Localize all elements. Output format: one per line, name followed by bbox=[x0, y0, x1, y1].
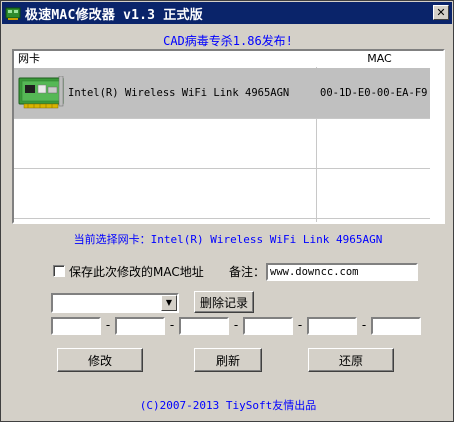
grid-line bbox=[14, 218, 443, 219]
save-mac-checkbox[interactable] bbox=[53, 265, 65, 277]
mac-octet-4[interactable] bbox=[243, 317, 293, 335]
title-bar[interactable]: 极速MAC修改器 v1.3 正式版 ✕ bbox=[2, 2, 452, 24]
mac-octet-2[interactable] bbox=[115, 317, 165, 335]
promo-link[interactable]: CAD病毒专杀1.86发布! bbox=[1, 32, 454, 49]
modify-button[interactable]: 修改 bbox=[57, 348, 143, 372]
app-icon bbox=[5, 7, 21, 20]
mac-octet-5[interactable] bbox=[307, 317, 357, 335]
refresh-button[interactable]: 刷新 bbox=[194, 348, 262, 372]
mac-separator: - bbox=[361, 318, 367, 332]
list-scrollbar[interactable] bbox=[430, 68, 443, 222]
main-window: 极速MAC修改器 v1.3 正式版 ✕ CAD病毒专杀1.86发布! 网卡 MA… bbox=[0, 0, 454, 422]
close-icon: ✕ bbox=[436, 6, 446, 19]
column-header-mac[interactable]: MAC bbox=[316, 51, 443, 67]
copyright-link[interactable]: (C)2007-2013 TiySoft友情出品 bbox=[1, 397, 454, 413]
save-mac-label[interactable]: 保存此次修改的MAC地址 bbox=[69, 263, 204, 280]
mac-separator: - bbox=[233, 318, 239, 332]
mac-octet-3[interactable] bbox=[179, 317, 229, 335]
grid-line bbox=[14, 118, 443, 119]
mac-octet-6[interactable] bbox=[371, 317, 421, 335]
adapter-name: Intel(R) Wireless WiFi Link 4965AGN bbox=[68, 87, 290, 99]
mac-separator: - bbox=[105, 318, 111, 332]
adapter-mac: 00-1D-E0-00-EA-F9 bbox=[320, 87, 428, 99]
restore-button[interactable]: 还原 bbox=[308, 348, 394, 372]
window-title: 极速MAC修改器 v1.3 正式版 bbox=[25, 7, 203, 23]
delete-record-button[interactable]: 删除记录 bbox=[194, 291, 254, 313]
grid-line bbox=[14, 168, 443, 169]
network-card-icon bbox=[18, 76, 64, 109]
table-row[interactable]: Intel(R) Wireless WiFi Link 4965AGN 00-1… bbox=[14, 68, 430, 118]
history-combo[interactable]: ▼ bbox=[51, 293, 179, 313]
mac-separator: - bbox=[297, 318, 303, 332]
close-button[interactable]: ✕ bbox=[433, 5, 449, 20]
current-adapter-label: 当前选择网卡：Intel(R) Wireless WiFi Link 4965A… bbox=[73, 233, 383, 246]
adapter-list[interactable]: 网卡 MAC Intel(R) Wireless WiFi Link 4965A… bbox=[12, 49, 445, 224]
column-header-adapter[interactable]: 网卡 bbox=[14, 51, 316, 67]
mac-separator: - bbox=[169, 318, 175, 332]
chevron-down-icon: ▼ bbox=[165, 298, 173, 307]
list-header: 网卡 MAC bbox=[14, 51, 443, 67]
mac-octet-1[interactable] bbox=[51, 317, 101, 335]
remark-label: 备注： bbox=[229, 265, 266, 279]
remark-input[interactable] bbox=[266, 263, 418, 281]
combo-dropdown-button[interactable]: ▼ bbox=[161, 295, 177, 311]
